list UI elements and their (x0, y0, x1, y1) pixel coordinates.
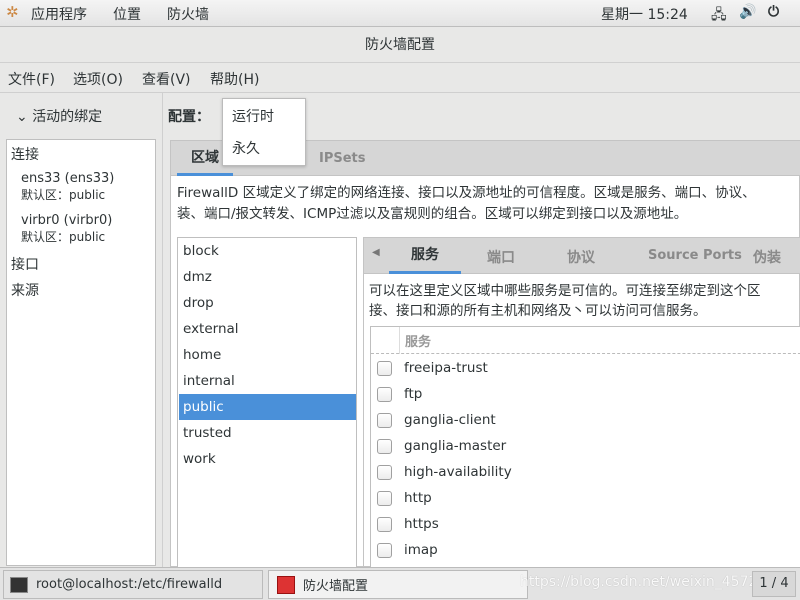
top-bar: ✲ 应用程序 位置 防火墙 星期一 15:24 🖧 🔊 ⏻ (0, 0, 800, 27)
menu-options[interactable]: 选项(O) (73, 69, 123, 89)
terminal-icon (10, 576, 28, 593)
connection-name: virbr0 (virbr0) (21, 213, 113, 228)
zone-label: 默认区： (21, 230, 70, 244)
places-menu[interactable]: 位置 (113, 4, 141, 24)
zone-item-drop[interactable]: drop (179, 290, 356, 316)
zone-list: block dmz drop external home internal public tr… (177, 237, 357, 568)
service-checkbox[interactable] (377, 490, 392, 506)
interfaces-label[interactable]: 接口 (11, 254, 39, 274)
zone-item-external[interactable]: external (179, 316, 356, 342)
subtab-ports[interactable]: 端口 (487, 247, 515, 267)
config-dropdown-popup: 运行时 永久 (222, 98, 306, 166)
service-row[interactable]: ganglia-master (377, 433, 506, 459)
sources-label[interactable]: 来源 (11, 280, 39, 300)
taskbar-item-label: root@localhost:/etc/firewalld (36, 577, 223, 592)
zone-item-block[interactable]: block (179, 238, 356, 264)
service-checkbox[interactable] (377, 386, 392, 402)
connections-label[interactable]: 连接 (11, 144, 39, 164)
zone-item-public[interactable]: public (179, 394, 356, 420)
taskbar-item-terminal[interactable]: root@localhost:/etc/firewalld (3, 570, 263, 599)
services-column-header[interactable]: 服务 (405, 331, 431, 350)
zone-label: 默认区： (21, 188, 70, 202)
service-row[interactable]: ganglia-client (377, 407, 496, 433)
taskbar-item-firewall[interactable]: 防火墙配置 (268, 570, 528, 599)
active-bindings-toggle[interactable]: ⌄ 活动的绑定 (16, 106, 102, 126)
zone-value: public (69, 188, 106, 202)
zone-item-trusted[interactable]: trusted (179, 420, 356, 446)
zone-value: public (69, 230, 106, 244)
zone-item-home[interactable]: home (179, 342, 356, 368)
service-checkbox[interactable] (377, 438, 392, 454)
service-row[interactable]: high-availability (377, 459, 512, 485)
active-bindings-label: 活动的绑定 (32, 109, 103, 125)
service-name: ganglia-client (404, 412, 496, 428)
config-label: 配置： (168, 109, 210, 125)
chevron-down-icon: ⌄ (16, 109, 28, 125)
workspace-pager[interactable]: 1 / 4 (752, 571, 796, 597)
subtab-protocols[interactable]: 协议 (567, 247, 595, 267)
apps-icon: ✲ (6, 3, 19, 21)
zone-settings-notebook: ◀ 服务 端口 协议 Source Ports 伪装 可以在这里定义区域中哪些服… (363, 237, 800, 571)
subtab-services[interactable]: 服务 (389, 238, 461, 274)
service-row[interactable]: ftp (377, 381, 422, 407)
active-bindings-pane: ⌄ 活动的绑定 连接 ens33 (ens33) 默认区：public virb… (0, 93, 163, 567)
menu-view[interactable]: 查看(V) (142, 69, 191, 89)
service-name: http (404, 490, 432, 506)
menu-bar: 文件(F) 选项(O) 查看(V) 帮助(H) (0, 63, 800, 93)
firewall-icon (277, 575, 295, 594)
service-name: imap (404, 542, 438, 558)
service-name: high-availability (404, 464, 512, 480)
applications-menu[interactable]: 应用程序 (31, 4, 87, 24)
zone-item-work[interactable]: work (179, 446, 356, 472)
service-row[interactable]: freeipa-trust (377, 355, 488, 381)
connection-name: ens33 (ens33) (21, 171, 115, 186)
subtab-source-ports[interactable]: Source Ports (648, 248, 742, 263)
services-description: 可以在这里定义区域中哪些服务是可信的。可连接至绑定到这个区 接、接口和源的所有主机… (369, 283, 761, 319)
window-title: 防火墙配置 (0, 27, 800, 63)
zone-item-internal[interactable]: internal (179, 368, 356, 394)
service-name: ganglia-master (404, 438, 507, 454)
service-name: freeipa-trust (404, 360, 488, 376)
service-checkbox[interactable] (377, 542, 392, 558)
subtab-masquerade[interactable]: 伪装 (753, 247, 781, 267)
service-row[interactable]: imap (377, 537, 438, 563)
option-runtime[interactable]: 运行时 (232, 106, 274, 126)
service-name: https (404, 516, 439, 532)
service-checkbox[interactable] (377, 516, 392, 532)
tab-ipsets[interactable]: IPSets (319, 151, 366, 166)
volume-icon[interactable]: 🔊 (739, 4, 756, 20)
service-checkbox[interactable] (377, 412, 392, 428)
network-icon[interactable]: 🖧 (711, 4, 727, 28)
service-checkbox[interactable] (377, 360, 392, 376)
main-notebook: 区域 IPSets FirewallD 区域定义了绑定的网络连接、接口以及源地址… (170, 140, 800, 571)
subtab-bar: ◀ 服务 端口 协议 Source Ports 伪装 (364, 238, 800, 274)
taskbar-item-label: 防火墙配置 (303, 579, 369, 594)
services-table: 服务 freeipa-trust ftp ganglia-client ganglia… (370, 326, 800, 571)
menu-file[interactable]: 文件(F) (8, 69, 55, 89)
service-name: ftp (404, 386, 423, 402)
service-checkbox[interactable] (377, 464, 392, 480)
menu-help[interactable]: 帮助(H) (210, 69, 259, 89)
watermark: https://blog.csdn.net/weixin_4572 (520, 574, 758, 590)
option-permanent[interactable]: 永久 (232, 138, 260, 158)
services-header[interactable]: 服务 (371, 327, 800, 354)
taskbar: root@localhost:/etc/firewalld 防火墙配置 http… (0, 567, 800, 600)
scroll-left-arrow[interactable]: ◀ (372, 247, 380, 258)
bindings-list: 连接 ens33 (ens33) 默认区：public virbr0 (virb… (6, 139, 156, 566)
app-menu[interactable]: 防火墙 (167, 4, 209, 24)
zone-item-dmz[interactable]: dmz (179, 264, 356, 290)
service-row[interactable]: http (377, 485, 432, 511)
clock[interactable]: 星期一 15:24 (601, 4, 688, 24)
zone-description: FirewallD 区域定义了绑定的网络连接、接口以及源地址的可信程度。区域是服… (177, 185, 756, 222)
service-row[interactable]: https (377, 511, 439, 537)
power-icon[interactable]: ⏻ (768, 4, 779, 20)
connection-item[interactable]: virbr0 (virbr0) 默认区：public (21, 213, 112, 245)
connection-item[interactable]: ens33 (ens33) 默认区：public (21, 171, 114, 203)
